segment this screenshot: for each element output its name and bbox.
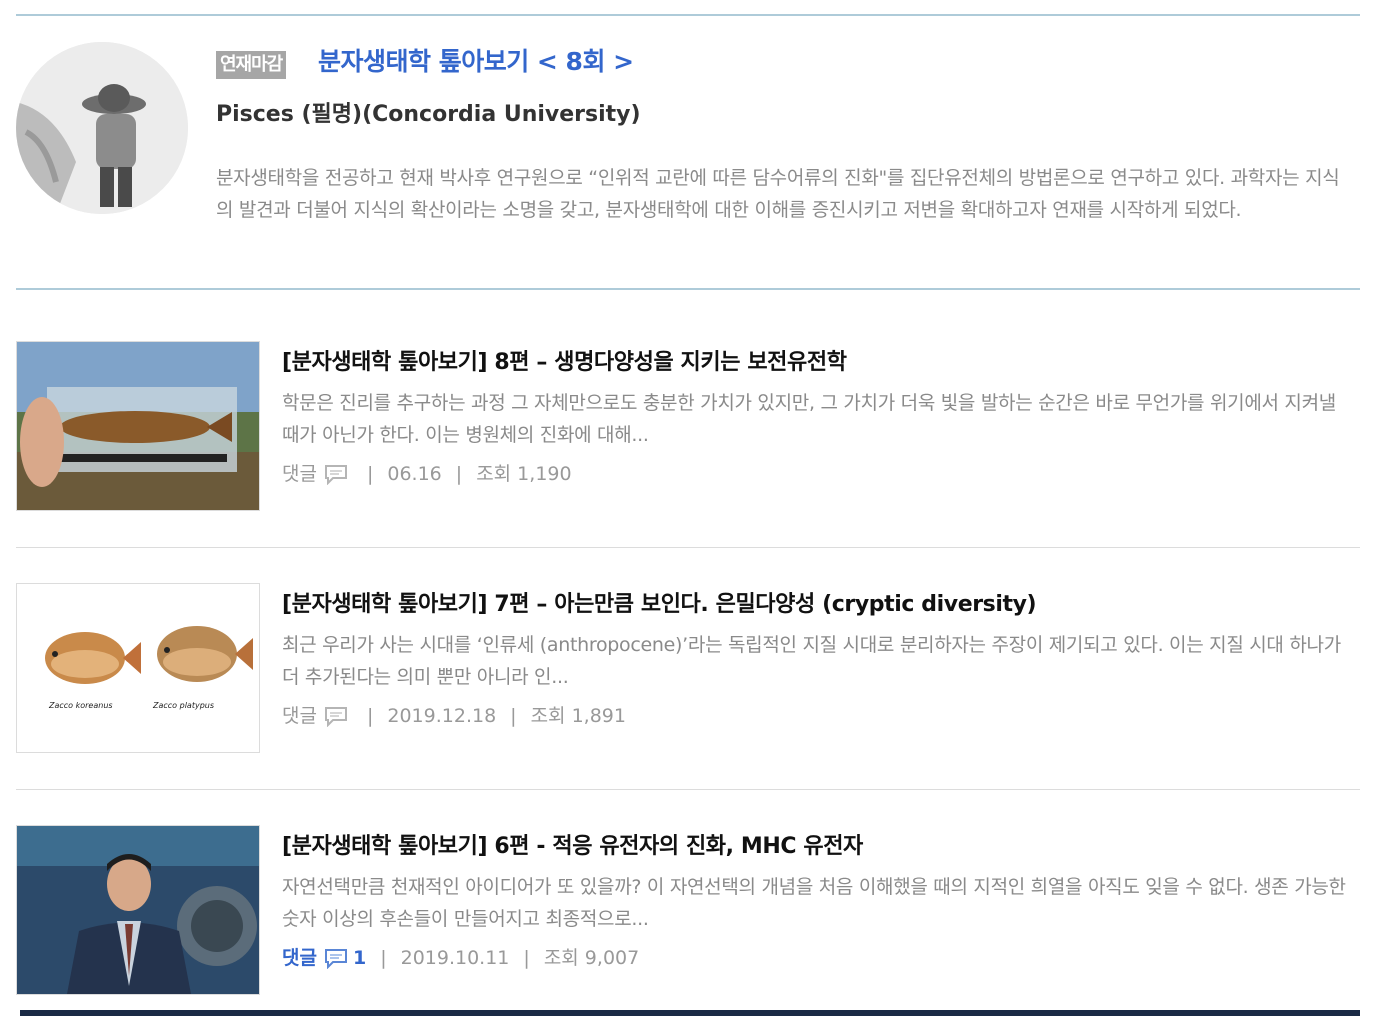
two-fish-illustration-icon: Zacco koreanus Zacco platypus [17,584,259,752]
article-date: 2019.10.11 [400,947,510,969]
article-views: 조회 9,007 [543,947,640,969]
meta-separator: | [510,705,517,727]
article-meta: 댓글 | 2019.12.18 | 조회 1,891 [282,700,626,732]
fish-caption-right: Zacco platypus [152,701,214,710]
article-views: 조회 1,190 [476,463,572,485]
article-thumbnail[interactable] [16,825,260,995]
article-summary[interactable]: 학문은 진리를 추구하는 과정 그 자체만으로도 충분한 가치가 있지만, 그 … [282,387,1352,451]
top-rule [16,14,1360,16]
man-in-suit-photo-icon [17,826,259,994]
comment-bubble-icon [324,707,347,727]
series-closed-badge: 연재마감 [216,51,287,79]
comment-count: 1 [352,947,367,969]
comment-link[interactable]: 댓글 1 [282,942,366,974]
bottom-border [20,1010,1360,1016]
article-item[interactable]: Zacco koreanus Zacco platypus [분자생태학 톺아보… [16,583,1360,755]
comment-bubble-icon [324,465,347,485]
article-divider [16,547,1360,548]
comment-bubble-icon [324,949,347,969]
article-summary[interactable]: 자연선택만큼 천재적인 아이디어가 또 있을까? 이 자연선택의 개념을 처음 … [282,871,1352,935]
fish-caption-left: Zacco koreanus [48,701,113,710]
article-date: 2019.12.18 [387,705,497,727]
article-thumbnail[interactable]: Zacco koreanus Zacco platypus [16,583,260,753]
article-title-link[interactable]: [분자생태학 톺아보기] 6편 - 적응 유전자의 진화, MHC 유전자 [282,831,863,863]
series-title-link[interactable]: 분자생태학 톺아보기 < 8회 > [318,44,634,80]
author-name: Pisces (필명)(Concordia University) [216,102,641,127]
comment-link[interactable]: 댓글 [282,700,353,732]
comment-link[interactable]: 댓글 [282,458,353,490]
article-views: 조회 1,891 [530,705,626,727]
meta-separator: | [455,463,463,485]
comment-label: 댓글 [282,463,317,485]
article-meta: 댓글 | 06.16 | 조회 1,190 [282,458,572,490]
meta-separator: | [380,947,387,969]
article-divider [16,789,1360,790]
fish-in-hand-photo-icon [17,342,259,510]
meta-separator: | [523,947,530,969]
comment-label: 댓글 [282,705,317,727]
article-meta: 댓글 1 | 2019.10.11 | 조회 9,007 [282,942,639,974]
meta-separator: | [366,463,374,485]
meta-separator: | [366,705,374,727]
article-title-link[interactable]: [분자생태학 톺아보기] 7편 – 아는만큼 보인다. 은밀다양성 (crypt… [282,589,1037,621]
article-item[interactable]: [분자생태학 톺아보기] 6편 - 적응 유전자의 진화, MHC 유전자 자연… [16,825,1360,997]
header-rule [16,288,1360,290]
article-thumbnail[interactable] [16,341,260,511]
article-title-link[interactable]: [분자생태학 톺아보기] 8편 – 생명다양성을 지키는 보전유전학 [282,347,847,379]
article-item[interactable]: [분자생태학 톺아보기] 8편 – 생명다양성을 지키는 보전유전학 학문은 진… [16,341,1360,513]
article-date: 06.16 [387,463,442,485]
article-summary[interactable]: 최근 우리가 사는 시대를 ‘인류세 (anthropocene)’라는 독립적… [282,629,1352,693]
comment-label: 댓글 [282,947,317,969]
author-bio: 분자생태학을 전공하고 현재 박사후 연구원으로 “인위적 교란에 따른 담수어… [216,167,1340,221]
author-avatar[interactable] [16,42,188,214]
